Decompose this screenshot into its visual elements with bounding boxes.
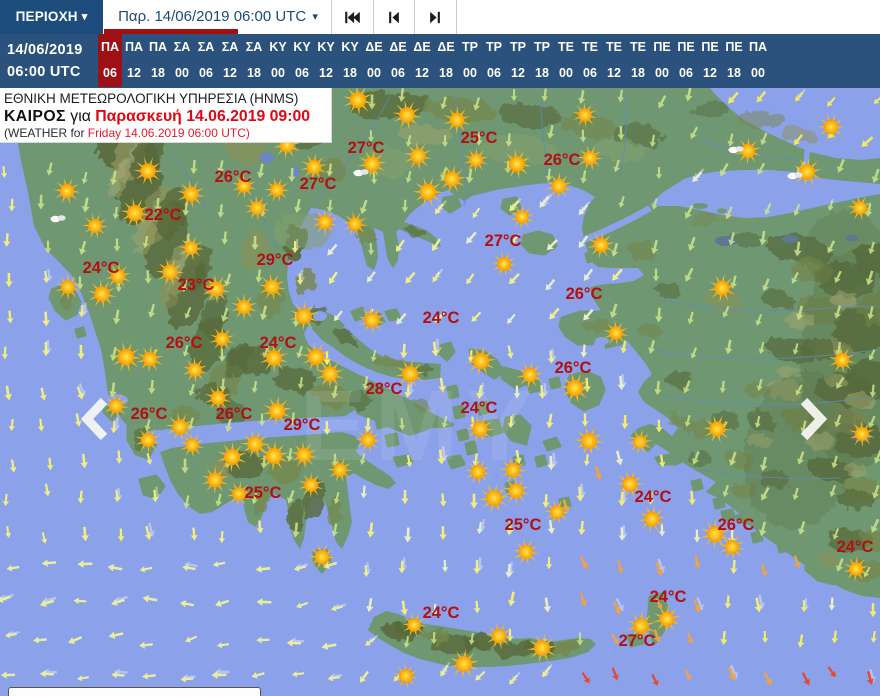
- svg-text:28°C: 28°C: [366, 380, 403, 398]
- svg-text:24°C: 24°C: [260, 334, 297, 352]
- svg-text:24°C: 24°C: [650, 588, 687, 606]
- svg-text:29°C: 29°C: [284, 416, 321, 434]
- svg-text:26°C: 26°C: [555, 359, 592, 377]
- svg-text:24°C: 24°C: [423, 309, 460, 327]
- svg-text:29°C: 29°C: [257, 251, 294, 269]
- svg-text:26°C: 26°C: [718, 516, 755, 534]
- svg-text:26°C: 26°C: [216, 405, 253, 423]
- svg-text:26°C: 26°C: [566, 285, 603, 303]
- svg-text:27°C: 27°C: [300, 175, 337, 193]
- svg-text:24°C: 24°C: [837, 538, 874, 556]
- svg-text:26°C: 26°C: [166, 334, 203, 352]
- svg-text:24°C: 24°C: [461, 399, 498, 417]
- svg-text:25°C: 25°C: [505, 516, 542, 534]
- svg-text:23°C: 23°C: [178, 276, 215, 294]
- svg-text:26°C: 26°C: [544, 151, 581, 169]
- svg-text:26°C: 26°C: [215, 168, 252, 186]
- svg-text:24°C: 24°C: [635, 488, 672, 506]
- svg-text:24°C: 24°C: [423, 604, 460, 622]
- svg-text:25°C: 25°C: [461, 129, 498, 147]
- svg-text:27°C: 27°C: [485, 232, 522, 250]
- svg-text:25°C: 25°C: [245, 484, 282, 502]
- svg-text:27°C: 27°C: [348, 139, 385, 157]
- svg-text:22°C: 22°C: [145, 206, 182, 224]
- svg-text:24°C: 24°C: [83, 259, 120, 277]
- svg-text:26°C: 26°C: [131, 405, 168, 423]
- svg-text:27°C: 27°C: [619, 632, 656, 650]
